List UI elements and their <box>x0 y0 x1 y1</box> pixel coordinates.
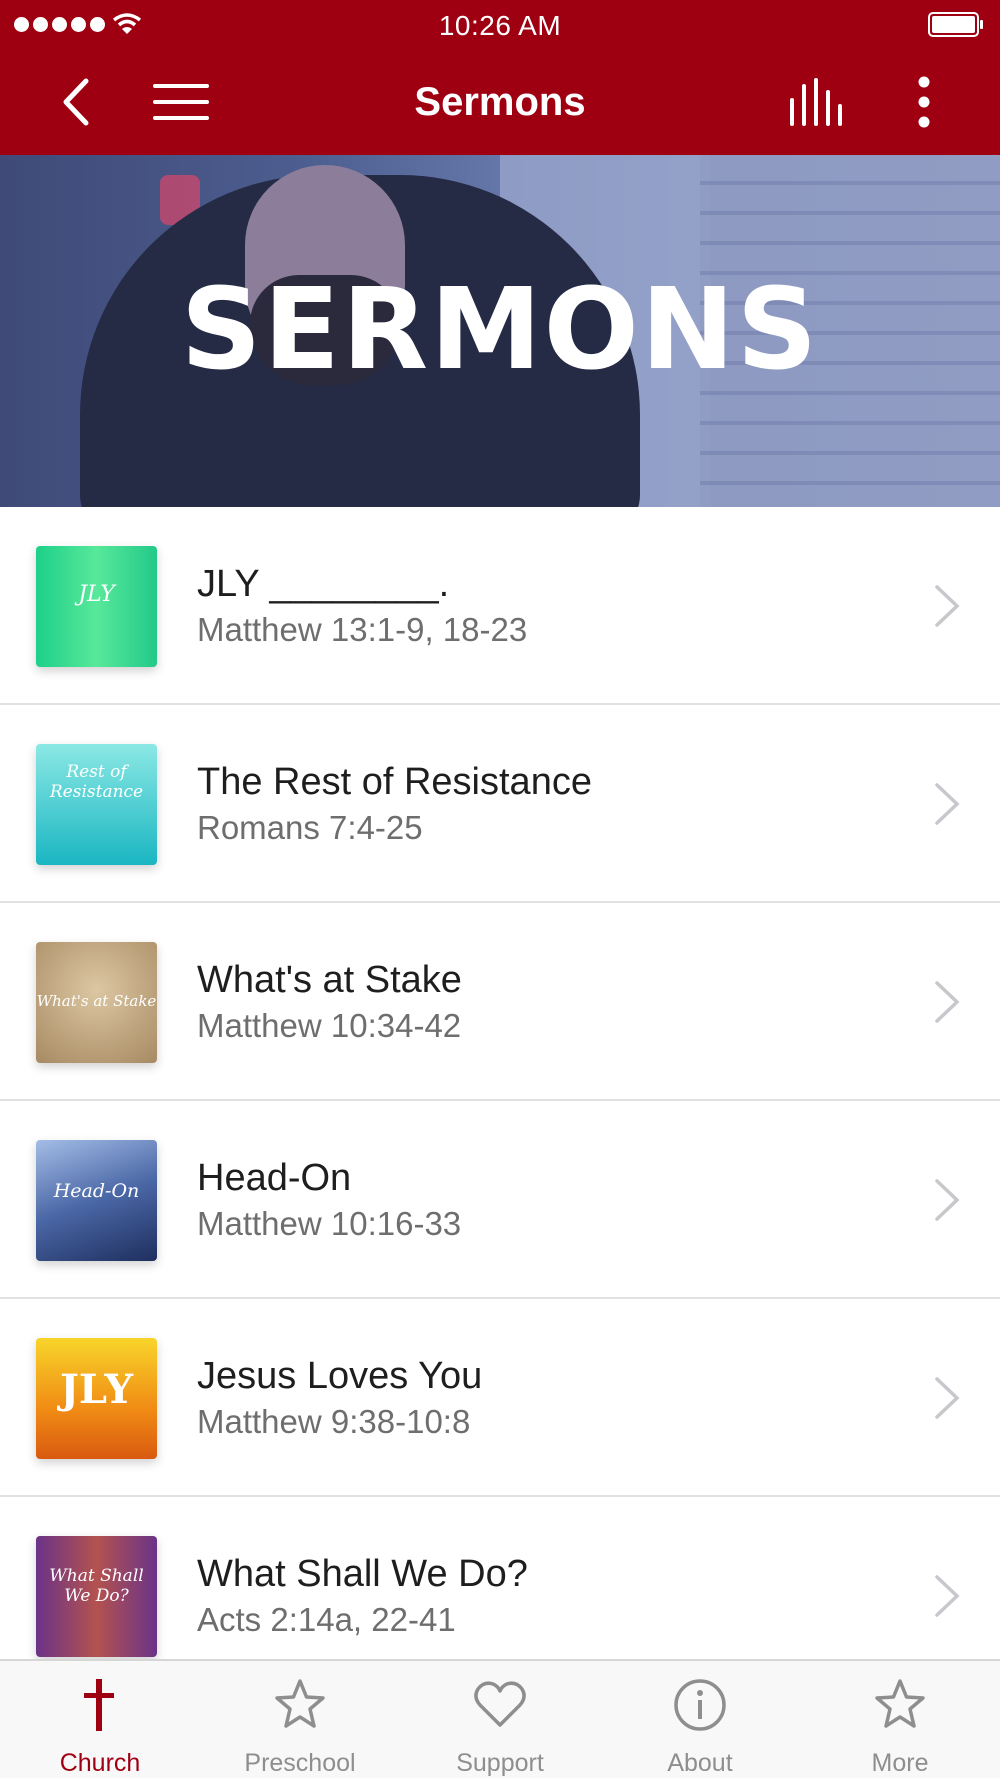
tab-label: More <box>871 1749 929 1777</box>
top-bar: 10:26 AM Sermons <box>0 0 1000 155</box>
tab-label: Preschool <box>244 1749 356 1777</box>
sermon-passage: Matthew 10:16-33 <box>197 1205 462 1242</box>
tab-label: Church <box>59 1749 141 1777</box>
heart-icon <box>474 1681 526 1727</box>
tab-support[interactable]: Support <box>400 1661 600 1778</box>
sermon-thumbnail: JLY <box>36 1338 157 1459</box>
sermon-title: What's at Stake <box>197 959 462 1001</box>
sermon-thumbnail: Head-On <box>36 1140 157 1261</box>
sermons-banner: SERMONS <box>0 155 1000 507</box>
tab-label: Support <box>456 1749 544 1777</box>
cross-icon <box>84 1679 114 1731</box>
list-item[interactable]: Head-On Head-On Matthew 10:16-33 <box>0 1101 1000 1299</box>
status-time: 10:26 AM <box>438 10 562 41</box>
sermon-title: The Rest of Resistance <box>197 761 592 803</box>
chevron-right-icon <box>935 1575 960 1617</box>
tab-church[interactable]: Church <box>0 1661 200 1778</box>
star-icon <box>875 1679 925 1728</box>
sermon-passage: Matthew 13:1-9, 18-23 <box>197 611 528 648</box>
chevron-right-icon <box>935 783 960 825</box>
navigation-bar: Sermons <box>0 52 1000 155</box>
more-options-button[interactable] <box>900 72 948 132</box>
list-item[interactable]: JLY Jesus Loves You Matthew 9:38-10:8 <box>0 1299 1000 1497</box>
sermon-thumbnail: What's at Stake <box>36 942 157 1063</box>
list-item[interactable]: Rest of Resistance The Rest of Resistanc… <box>0 705 1000 903</box>
sermon-list: JLY JLY ________. Matthew 13:1-9, 18-23 … <box>0 507 1000 1695</box>
sermon-passage: Acts 2:14a, 22-41 <box>197 1601 456 1638</box>
sermon-title: Head-On <box>197 1157 352 1199</box>
sermon-thumbnail: Rest of Resistance <box>36 744 157 865</box>
sermon-title: JLY ________. <box>197 563 450 605</box>
sermon-thumbnail: What Shall We Do? <box>36 1536 157 1657</box>
list-item[interactable]: JLY JLY ________. Matthew 13:1-9, 18-23 <box>0 507 1000 705</box>
tab-label: About <box>667 1749 733 1777</box>
chevron-right-icon <box>935 1377 960 1419</box>
tab-bar: Church Preschool Support About More <box>0 1659 1000 1778</box>
sermon-title: What Shall We Do? <box>197 1553 528 1595</box>
sermon-passage: Matthew 10:34-42 <box>197 1007 462 1044</box>
sermon-passage: Matthew 9:38-10:8 <box>197 1403 471 1440</box>
sermon-title: Jesus Loves You <box>197 1355 483 1397</box>
star-icon <box>275 1679 325 1728</box>
status-bar: 10:26 AM <box>0 0 1000 50</box>
tab-about[interactable]: About <box>600 1661 800 1778</box>
banner-title: SERMONS <box>180 265 820 395</box>
vertical-dots-icon <box>918 76 930 128</box>
sermon-thumbnail: JLY <box>36 546 157 667</box>
tab-preschool[interactable]: Preschool <box>200 1661 400 1778</box>
tab-more[interactable]: More <box>800 1661 1000 1778</box>
list-item[interactable]: What's at Stake What's at Stake Matthew … <box>0 903 1000 1101</box>
sermon-passage: Romans 7:4-25 <box>197 809 423 846</box>
audio-bars-icon <box>790 78 842 126</box>
battery-icon <box>928 12 983 37</box>
chevron-right-icon <box>935 1179 960 1221</box>
chevron-right-icon <box>935 585 960 627</box>
chevron-right-icon <box>935 981 960 1023</box>
info-icon <box>674 1679 726 1731</box>
audio-button[interactable] <box>782 72 852 132</box>
